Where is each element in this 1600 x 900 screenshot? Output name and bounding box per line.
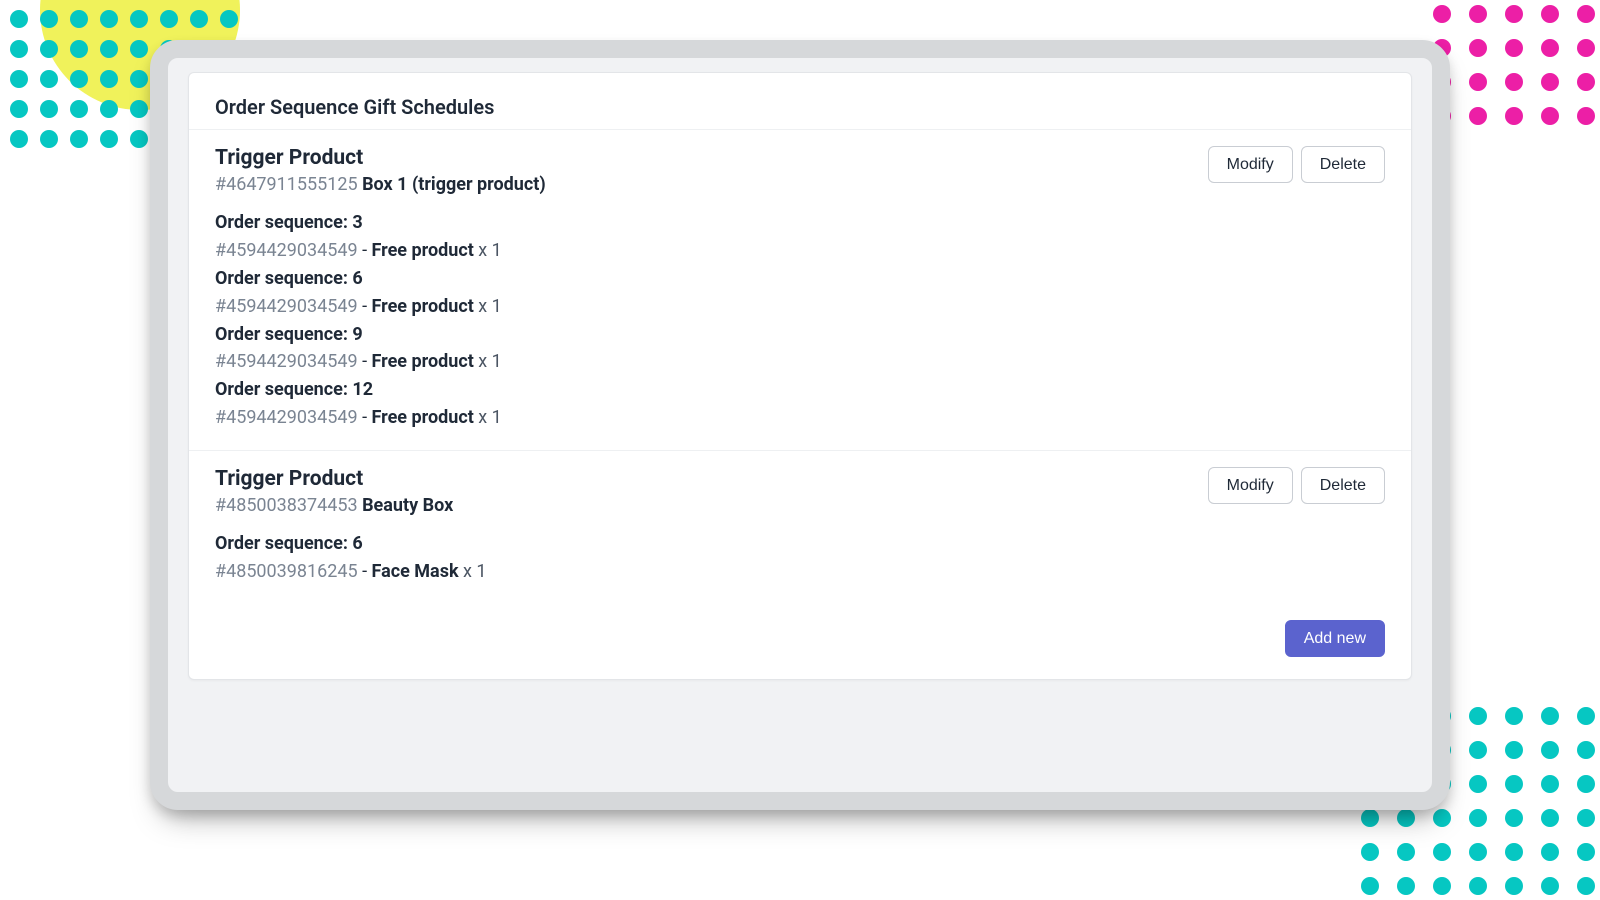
trigger-product-id: #4647911555125: [215, 174, 358, 195]
gift-name: Free product: [372, 296, 474, 317]
trigger-product-line: #4850038374453 Beauty Box: [215, 495, 453, 516]
gift-line: #4850039816245 - Face Mask x 1: [215, 558, 1385, 586]
modify-button[interactable]: Modify: [1208, 467, 1293, 504]
trigger-product-line: #4647911555125 Box 1 (trigger product): [215, 174, 546, 195]
trigger-product-name: Box 1 (trigger product): [362, 174, 546, 195]
gift-qty: x 1: [478, 407, 502, 428]
delete-button[interactable]: Delete: [1301, 467, 1385, 504]
order-sequence-label: Order sequence: 6: [215, 530, 1385, 558]
trigger-product-id: #4850038374453: [215, 495, 358, 516]
gift-line: #4594429034549 - Free product x 1: [215, 348, 1385, 376]
schedule-section: Trigger Product #4647911555125 Box 1 (tr…: [189, 129, 1411, 450]
delete-button[interactable]: Delete: [1301, 146, 1385, 183]
gift-qty: x 1: [478, 296, 502, 317]
gift-name: Free product: [372, 351, 474, 372]
gift-id: #4594429034549: [215, 351, 358, 372]
page-title: Order Sequence Gift Schedules: [189, 73, 1411, 129]
gift-name: Free product: [372, 407, 474, 428]
gift-qty: x 1: [478, 240, 502, 261]
order-sequence-label: Order sequence: 9: [215, 321, 1385, 349]
order-sequence-label: Order sequence: 12: [215, 376, 1385, 404]
gift-id: #4594429034549: [215, 296, 358, 317]
device-frame: Order Sequence Gift Schedules Trigger Pr…: [150, 40, 1450, 810]
gift-qty: x 1: [463, 561, 487, 582]
trigger-product-name: Beauty Box: [362, 495, 453, 516]
trigger-product-heading: Trigger Product: [215, 146, 546, 170]
schedule-section: Trigger Product #4850038374453 Beauty Bo…: [189, 450, 1411, 604]
gift-name: Face Mask: [372, 561, 459, 582]
gift-id: #4850039816245: [215, 561, 358, 582]
gift-name: Free product: [372, 240, 474, 261]
gift-id: #4594429034549: [215, 407, 358, 428]
order-sequence-label: Order sequence: 3: [215, 209, 1385, 237]
add-new-row: Add new: [189, 604, 1411, 679]
order-sequence-label: Order sequence: 6: [215, 265, 1385, 293]
sequence-list: Order sequence: 6 #4850039816245 - Face …: [215, 530, 1385, 586]
gift-line: #4594429034549 - Free product x 1: [215, 237, 1385, 265]
gift-id: #4594429034549: [215, 240, 358, 261]
gift-line: #4594429034549 - Free product x 1: [215, 404, 1385, 432]
gift-schedules-card: Order Sequence Gift Schedules Trigger Pr…: [188, 72, 1412, 680]
trigger-product-heading: Trigger Product: [215, 467, 453, 491]
gift-qty: x 1: [478, 351, 502, 372]
sequence-list: Order sequence: 3 #4594429034549 - Free …: [215, 209, 1385, 432]
modify-button[interactable]: Modify: [1208, 146, 1293, 183]
gift-line: #4594429034549 - Free product x 1: [215, 293, 1385, 321]
add-new-button[interactable]: Add new: [1285, 620, 1385, 657]
